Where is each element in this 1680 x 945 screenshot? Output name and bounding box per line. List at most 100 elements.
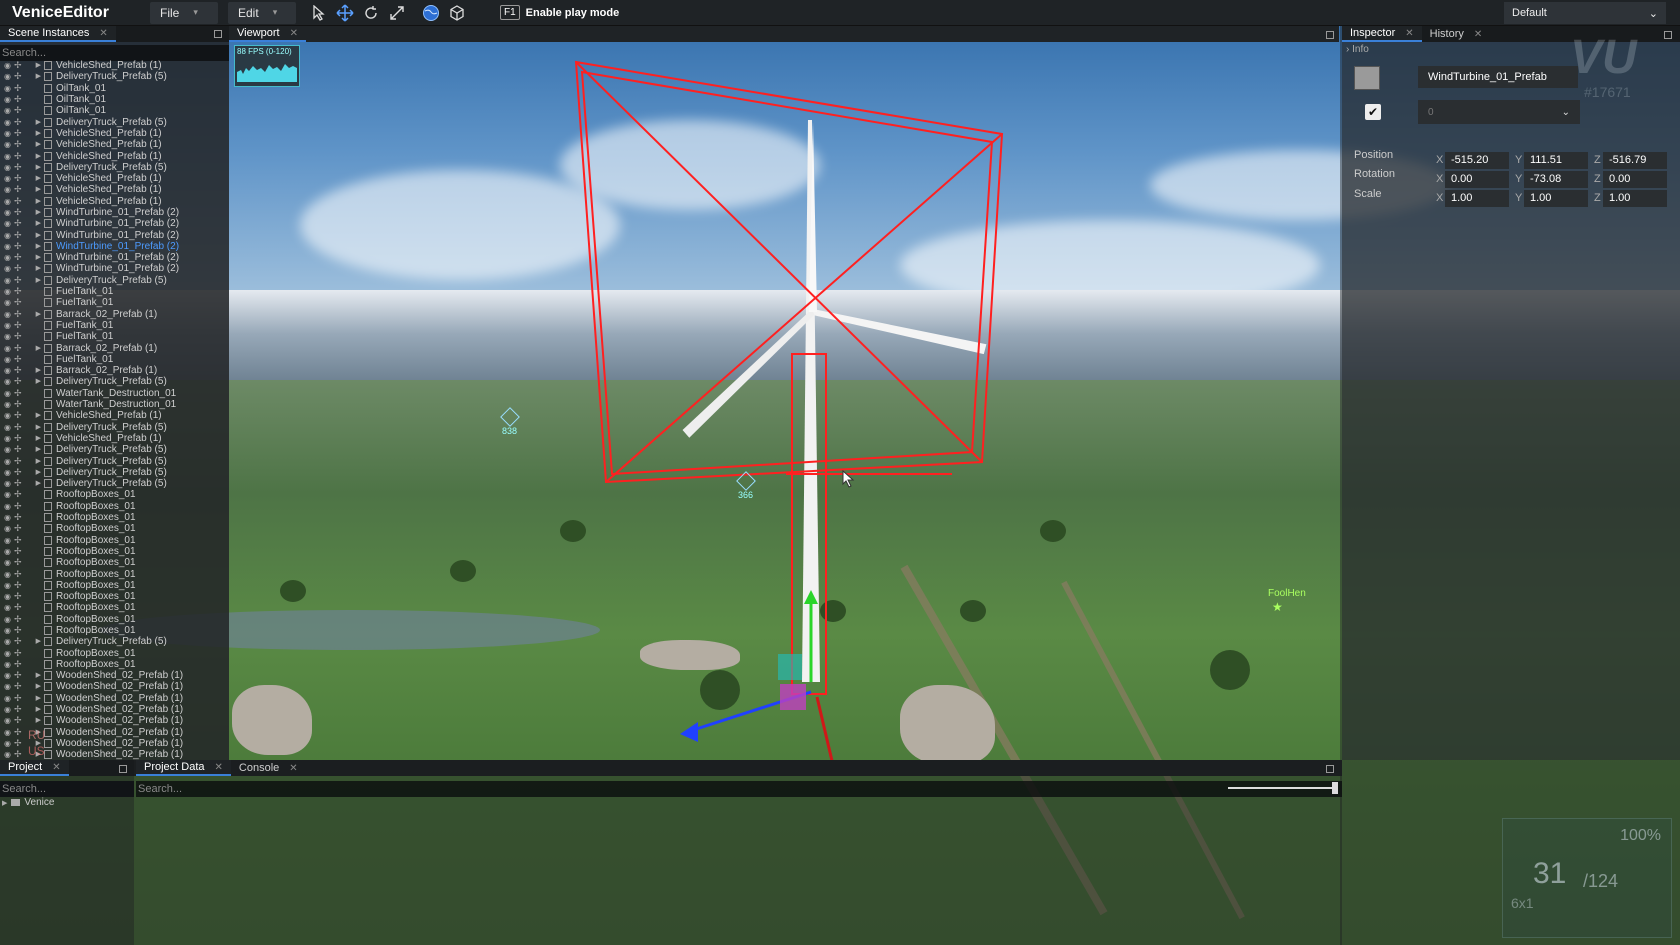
expand-arrow-icon[interactable]: ▶ bbox=[28, 139, 44, 150]
file-menu[interactable]: File ▾ bbox=[150, 1, 218, 24]
gizmo-plane-handle[interactable] bbox=[780, 684, 806, 710]
tab-inspector[interactable]: Inspector ✕ bbox=[1342, 26, 1422, 42]
scene-tree-row[interactable]: ◉ ✢ ▶ VehicleShed_Prefab (1) bbox=[0, 433, 229, 444]
info-section-header[interactable]: › Info bbox=[1346, 44, 1369, 55]
scene-tree-row[interactable]: ◉ ✢ ▶ DeliveryTruck_Prefab (5) bbox=[0, 467, 229, 478]
scene-tree-row[interactable]: ◉ ✢ ▶ DeliveryTruck_Prefab (5) bbox=[0, 444, 229, 455]
visibility-eye-icon[interactable]: ◉ bbox=[4, 343, 14, 354]
scene-tree-row[interactable]: ◉ ✢ RooftopBoxes_01 bbox=[0, 568, 229, 580]
scene-tree-row[interactable]: ◉ ✢ ▶ WoodenShed_02_Prefab (1) bbox=[0, 704, 229, 715]
scene-tree-row[interactable]: ◉ ✢ FuelTank_01 bbox=[0, 320, 229, 331]
rotation-x-field[interactable]: 0.00 bbox=[1445, 171, 1509, 188]
expand-arrow-icon[interactable]: ▶ bbox=[28, 230, 44, 241]
project-data-search-input[interactable]: Search... bbox=[136, 781, 1342, 797]
expand-arrow-icon[interactable]: ▶ bbox=[28, 128, 44, 139]
rotation-z-field[interactable]: 0.00 bbox=[1603, 171, 1667, 188]
gizmo-plane-handle[interactable] bbox=[778, 654, 802, 680]
pin-icon[interactable]: ✢ bbox=[14, 478, 28, 489]
visibility-eye-icon[interactable]: ◉ bbox=[4, 569, 14, 580]
maximize-panel-icon[interactable] bbox=[119, 765, 127, 773]
pin-icon[interactable]: ✢ bbox=[14, 501, 28, 512]
pin-icon[interactable]: ✢ bbox=[14, 444, 28, 455]
expand-arrow-icon[interactable]: ▶ bbox=[28, 715, 44, 726]
scale-z-field[interactable]: 1.00 bbox=[1603, 190, 1667, 207]
scene-tree-row[interactable]: ◉ ✢ RooftopBoxes_01 bbox=[0, 591, 229, 602]
scale-y-field[interactable]: 1.00 bbox=[1524, 190, 1588, 207]
visibility-eye-icon[interactable]: ◉ bbox=[4, 241, 14, 252]
expand-arrow-icon[interactable]: ▶ bbox=[28, 444, 44, 455]
pin-icon[interactable]: ✢ bbox=[14, 252, 28, 263]
enabled-checkbox[interactable]: ✔ bbox=[1365, 104, 1381, 120]
scene-tree-row[interactable]: ◉ ✢ ▶ Barrack_02_Prefab (1) bbox=[0, 365, 229, 376]
pin-icon[interactable]: ✢ bbox=[14, 648, 28, 659]
expand-arrow-icon[interactable]: ▶ bbox=[28, 71, 44, 82]
pin-icon[interactable]: ✢ bbox=[14, 60, 28, 71]
visibility-eye-icon[interactable]: ◉ bbox=[4, 365, 14, 376]
visibility-eye-icon[interactable]: ◉ bbox=[4, 173, 14, 184]
object-name-field[interactable]: WindTurbine_01_Prefab bbox=[1418, 66, 1578, 88]
visibility-eye-icon[interactable]: ◉ bbox=[4, 105, 14, 116]
visibility-eye-icon[interactable]: ◉ bbox=[4, 297, 14, 308]
scene-tree-row[interactable]: ◉ ✢ ▶ DeliveryTruck_Prefab (5) bbox=[0, 162, 229, 173]
pin-icon[interactable]: ✢ bbox=[14, 343, 28, 354]
visibility-eye-icon[interactable]: ◉ bbox=[4, 354, 14, 365]
visibility-eye-icon[interactable]: ◉ bbox=[4, 184, 14, 195]
project-search-input[interactable]: Search... bbox=[0, 781, 134, 797]
visibility-eye-icon[interactable]: ◉ bbox=[4, 388, 14, 399]
visibility-eye-icon[interactable]: ◉ bbox=[4, 557, 14, 568]
expand-arrow-icon[interactable]: ▶ bbox=[28, 343, 44, 354]
pin-icon[interactable]: ✢ bbox=[14, 275, 28, 286]
scene-tree-row[interactable]: ◉ ✢ RooftopBoxes_01 bbox=[0, 546, 229, 557]
pin-icon[interactable]: ✢ bbox=[14, 331, 28, 342]
scene-tree-row[interactable]: ◉ ✢ WaterTank_Destruction_01 bbox=[0, 399, 229, 410]
tab-scene-instances[interactable]: Scene Instances ✕ bbox=[0, 26, 116, 42]
visibility-eye-icon[interactable]: ◉ bbox=[4, 376, 14, 387]
pin-icon[interactable]: ✢ bbox=[14, 693, 28, 704]
scene-tree-row[interactable]: ◉ ✢ RooftopBoxes_01 bbox=[0, 523, 229, 534]
visibility-eye-icon[interactable]: ◉ bbox=[4, 433, 14, 444]
scale-x-field[interactable]: 1.00 bbox=[1445, 190, 1509, 207]
visibility-eye-icon[interactable]: ◉ bbox=[4, 444, 14, 455]
scene-tree-row[interactable]: ◉ ✢ ▶ VehicleShed_Prefab (1) bbox=[0, 60, 229, 71]
visibility-eye-icon[interactable]: ◉ bbox=[4, 71, 14, 82]
visibility-eye-icon[interactable]: ◉ bbox=[4, 309, 14, 320]
scene-tree-row[interactable]: ◉ ✢ ▶ Barrack_02_Prefab (1) bbox=[0, 309, 229, 320]
expand-arrow-icon[interactable]: ▶ bbox=[28, 60, 44, 71]
pin-icon[interactable]: ✢ bbox=[14, 196, 28, 207]
object-color-swatch[interactable] bbox=[1354, 66, 1380, 90]
pin-icon[interactable]: ✢ bbox=[14, 410, 28, 421]
pin-icon[interactable]: ✢ bbox=[14, 241, 28, 252]
scene-tree-row[interactable]: ◉ ✢ FuelTank_01 bbox=[0, 286, 229, 297]
position-z-field[interactable]: -516.79 bbox=[1603, 152, 1667, 169]
close-icon[interactable]: ✕ bbox=[52, 762, 60, 773]
scene-tree-row[interactable]: ◉ ✢ ▶ DeliveryTruck_Prefab (5) bbox=[0, 71, 229, 82]
pin-icon[interactable]: ✢ bbox=[14, 636, 28, 647]
expand-arrow-icon[interactable]: ▶ bbox=[28, 252, 44, 263]
scene-tree-row[interactable]: ◉ ✢ ▶ VehicleShed_Prefab (1) bbox=[0, 184, 229, 195]
expand-arrow-icon[interactable]: ▶ bbox=[28, 693, 44, 704]
visibility-eye-icon[interactable]: ◉ bbox=[4, 501, 14, 512]
pin-icon[interactable]: ✢ bbox=[14, 569, 28, 580]
pin-icon[interactable]: ✢ bbox=[14, 117, 28, 128]
visibility-eye-icon[interactable]: ◉ bbox=[4, 704, 14, 715]
pin-icon[interactable]: ✢ bbox=[14, 376, 28, 387]
pin-icon[interactable]: ✢ bbox=[14, 207, 28, 218]
pin-icon[interactable]: ✢ bbox=[14, 128, 28, 139]
visibility-eye-icon[interactable]: ◉ bbox=[4, 681, 14, 692]
pin-icon[interactable]: ✢ bbox=[14, 535, 28, 546]
scene-tree-row[interactable]: ◉ ✢ ▶ WindTurbine_01_Prefab (2) bbox=[0, 229, 229, 241]
scene-tree-row[interactable]: ◉ ✢ ▶ DeliveryTruck_Prefab (5) bbox=[0, 422, 229, 433]
scene-tree-row[interactable]: ◉ ✢ ▶ VehicleShed_Prefab (1) bbox=[0, 196, 229, 207]
maximize-panel-icon[interactable] bbox=[214, 30, 222, 38]
scene-tree-row[interactable]: ◉ ✢ ▶ DeliveryTruck_Prefab (5) bbox=[0, 478, 229, 489]
expand-arrow-icon[interactable]: ▶ bbox=[28, 433, 44, 444]
scene-tree-row[interactable]: ◉ ✢ ▶ WindTurbine_01_Prefab (2) bbox=[0, 241, 229, 252]
pin-icon[interactable]: ✢ bbox=[14, 456, 28, 467]
pin-icon[interactable]: ✢ bbox=[14, 399, 28, 410]
expand-arrow-icon[interactable]: ▶ bbox=[28, 218, 44, 229]
rotation-y-field[interactable]: -73.08 bbox=[1524, 171, 1588, 188]
scene-tree-row[interactable]: ◉ ✢ RooftopBoxes_01 bbox=[0, 614, 229, 625]
pin-icon[interactable]: ✢ bbox=[14, 614, 28, 625]
visibility-eye-icon[interactable]: ◉ bbox=[4, 693, 14, 704]
pin-icon[interactable]: ✢ bbox=[14, 184, 28, 195]
